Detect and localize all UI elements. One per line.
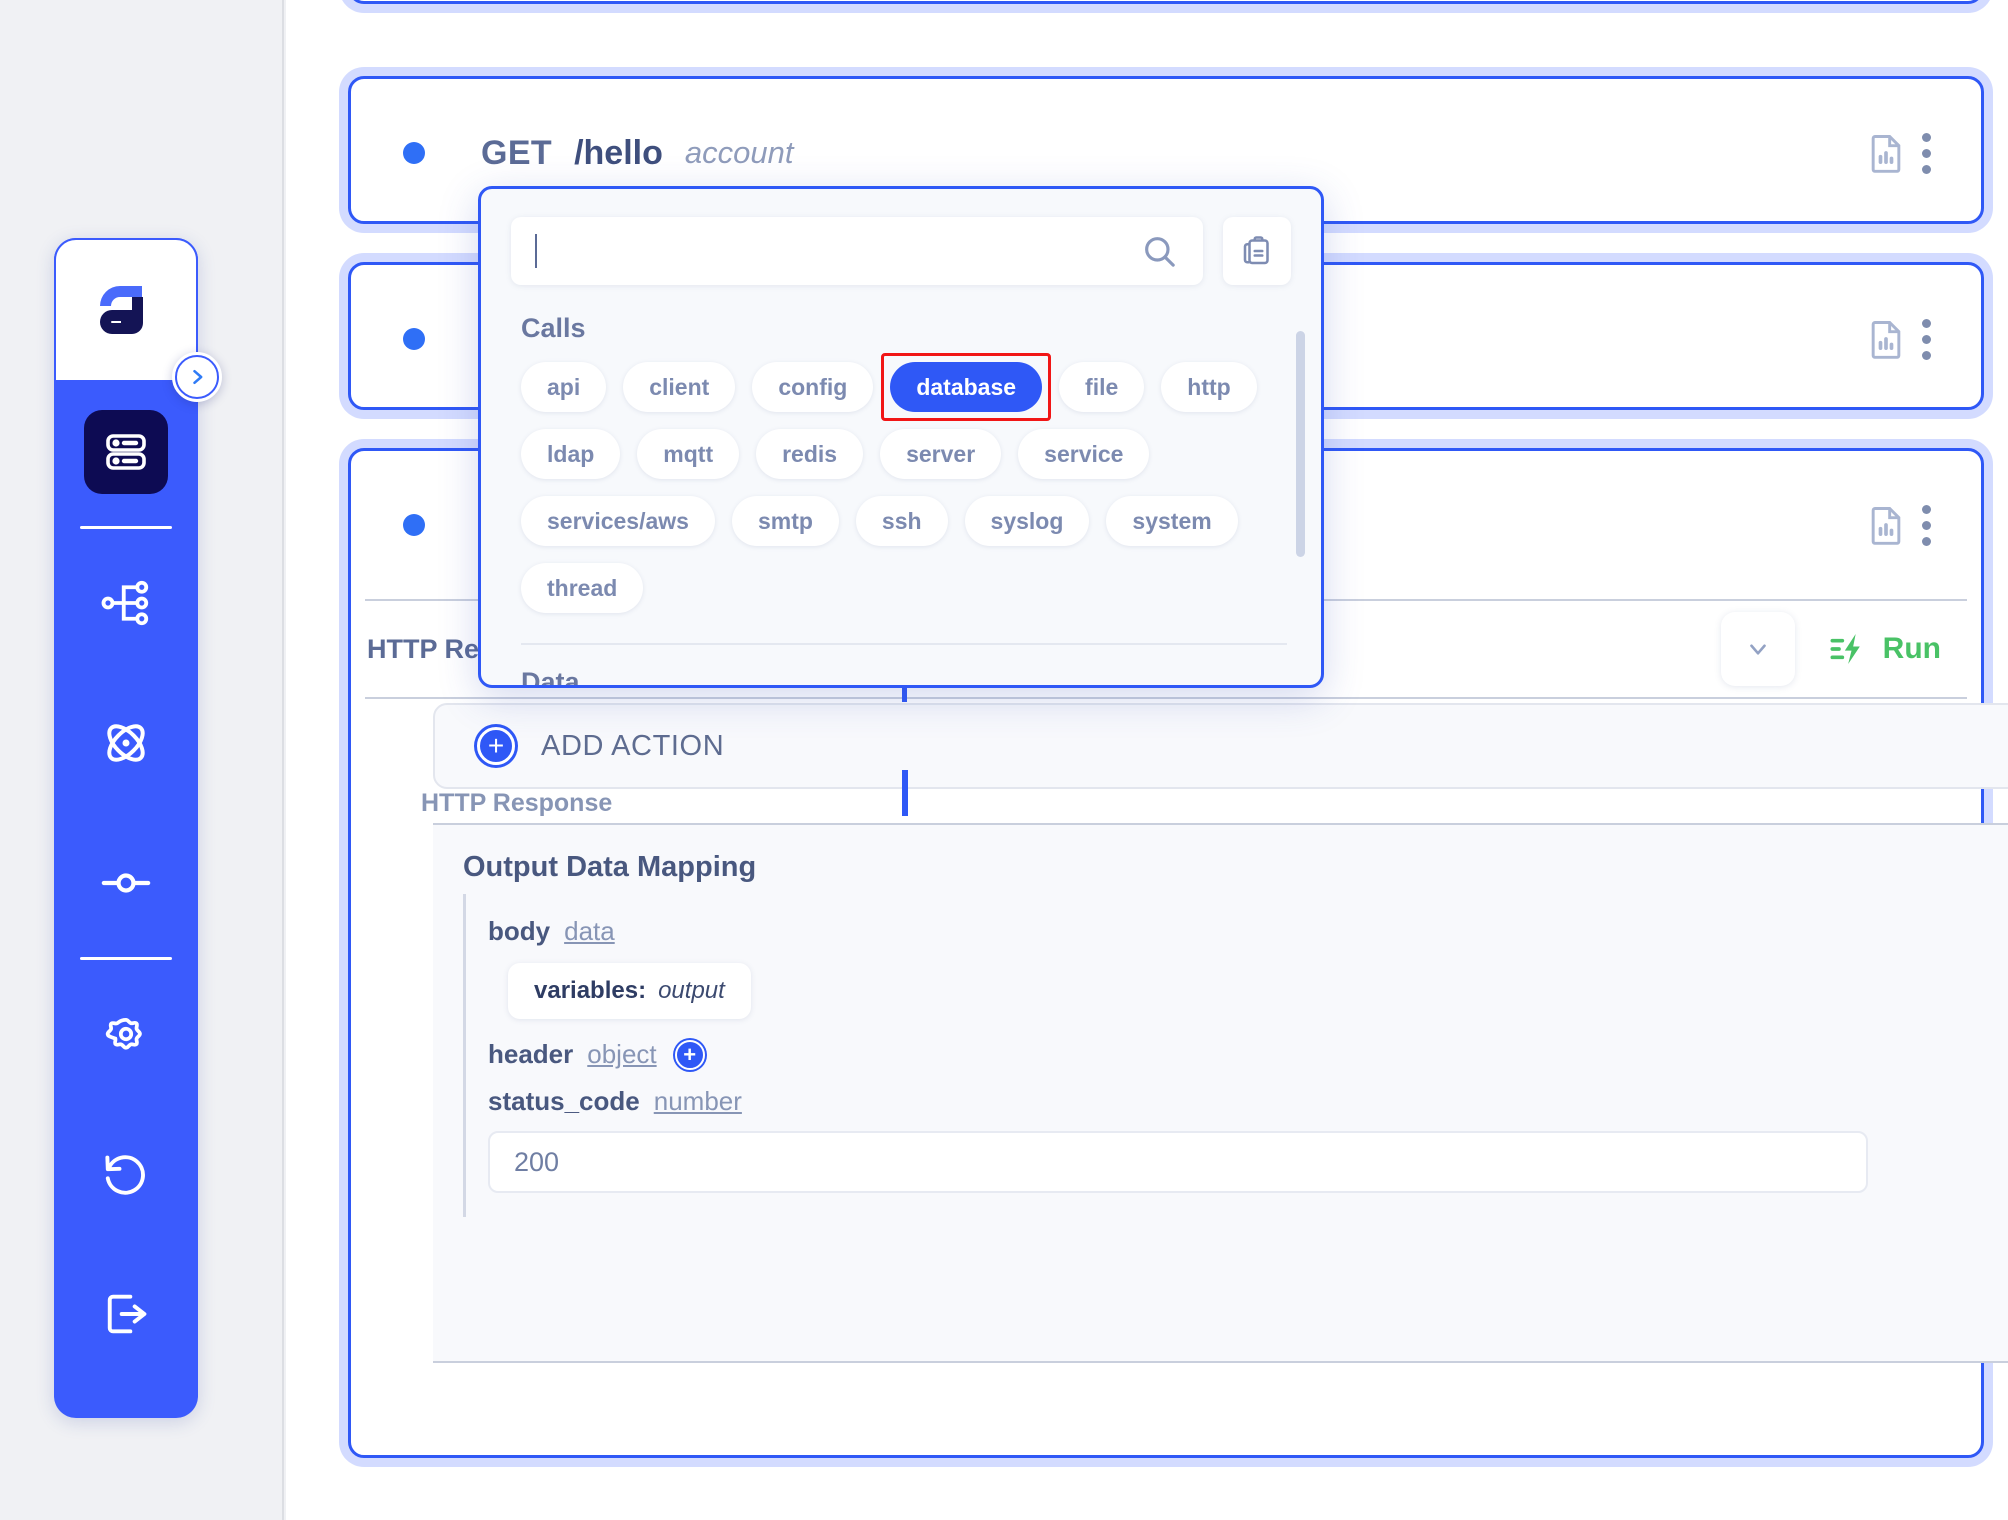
sidebar-item-settings[interactable] <box>54 964 198 1104</box>
chip-server[interactable]: server <box>880 429 1002 479</box>
atom-icon <box>107 724 145 762</box>
search-input[interactable] <box>511 217 1203 285</box>
chip-redis[interactable]: redis <box>756 429 864 479</box>
paste-button[interactable] <box>1223 217 1291 285</box>
node-link-icon <box>101 873 151 893</box>
report-icon-button[interactable] <box>1864 131 1908 175</box>
chip-database[interactable]: database <box>881 353 1051 421</box>
sidebar-divider-2 <box>80 957 172 960</box>
kebab-menu-icon[interactable] <box>1908 499 1945 552</box>
field-status-code-name: status_code <box>488 1086 640 1116</box>
logout-icon <box>107 1294 147 1334</box>
section-title-calls: Calls <box>521 313 586 343</box>
chip-http[interactable]: http <box>1161 362 1257 412</box>
chip-services-aws[interactable]: services/aws <box>521 496 715 546</box>
sitemap-icon <box>101 580 149 626</box>
status-dot <box>403 514 425 536</box>
chevron-right-icon <box>193 369 203 385</box>
http-response-label: HTTP Response <box>421 789 613 817</box>
chip-system[interactable]: system <box>1106 496 1238 546</box>
sidebar-divider-1 <box>80 526 172 529</box>
status-code-input[interactable]: 200 <box>488 1131 1868 1193</box>
field-status-code: status_code number <box>488 1086 2008 1117</box>
active-tile <box>84 410 168 494</box>
search-icon-wrap[interactable] <box>1139 231 1179 271</box>
status-dot <box>403 142 425 164</box>
variables-chip[interactable]: variables: output <box>508 963 751 1019</box>
request-dropdown-button[interactable] <box>1720 612 1795 686</box>
server-stack-icon <box>106 434 146 470</box>
chip-file[interactable]: file <box>1059 362 1145 412</box>
endpoint-method: GET <box>481 133 553 172</box>
action-picker-modal[interactable]: Calls api client config database file ht… <box>478 186 1324 688</box>
section-title-data: Data <box>521 667 580 688</box>
endpoint-tag: account <box>684 135 794 170</box>
chip-config[interactable]: config <box>752 362 874 412</box>
clipboard-paste-icon <box>1243 236 1269 265</box>
chip-mqtt[interactable]: mqtt <box>637 429 740 479</box>
app-root: GET /hello account HTTP Request Run + AD… <box>0 0 2008 1520</box>
field-body-name: body <box>488 916 551 946</box>
sidebar <box>54 238 198 1418</box>
field-header: header object + <box>488 1039 2008 1070</box>
status-dot <box>403 328 425 350</box>
modal-scrollbar[interactable] <box>1296 331 1305 557</box>
sidebar-item-integrations[interactable] <box>54 673 198 813</box>
kebab-menu-icon[interactable] <box>1908 313 1945 366</box>
sidebar-item-logout[interactable] <box>54 1244 198 1384</box>
search-icon <box>1145 237 1175 267</box>
app-logo[interactable] <box>54 238 198 382</box>
chip-ssh[interactable]: ssh <box>855 496 948 546</box>
field-header-type[interactable]: object <box>587 1039 656 1070</box>
sidebar-item-flows[interactable] <box>54 533 198 673</box>
request-divider-bottom <box>365 697 1967 699</box>
output-data-mapping-title: Output Data Mapping <box>463 851 757 883</box>
chip-thread[interactable]: thread <box>521 563 644 613</box>
plus-circle-icon: + <box>477 727 515 765</box>
sidebar-expand-button[interactable] <box>172 352 222 402</box>
chip-service[interactable]: service <box>1018 429 1150 479</box>
text-caret <box>535 234 537 268</box>
field-status-code-type[interactable]: number <box>654 1086 742 1117</box>
kebab-menu-icon[interactable] <box>1908 127 1945 180</box>
variables-chip-key: variables: <box>534 977 647 1004</box>
variables-chip-value: output <box>658 977 725 1004</box>
sidebar-item-connections[interactable] <box>54 813 198 953</box>
expand-ring <box>175 355 219 399</box>
add-header-plus-circle-icon[interactable]: + <box>674 1039 705 1070</box>
sidebar-item-history[interactable] <box>54 1104 198 1244</box>
chip-api[interactable]: api <box>521 362 607 412</box>
sidebar-item-endpoints[interactable] <box>54 382 198 522</box>
add-action-label: ADD ACTION <box>541 729 725 762</box>
chevron-down-icon <box>1749 644 1766 655</box>
field-header-name: header <box>488 1039 574 1069</box>
mapping-fields: body data variables: output header objec… <box>463 894 2008 1217</box>
report-icon-button[interactable] <box>1864 317 1908 361</box>
output-data-mapping-panel: Output Data Mapping body data variables:… <box>433 823 2008 1363</box>
chip-syslog[interactable]: syslog <box>964 496 1090 546</box>
lightning-run-icon <box>1830 634 1860 664</box>
report-icon-button[interactable] <box>1864 503 1908 547</box>
field-body-type[interactable]: data <box>564 916 615 947</box>
endpoint-card-clipped[interactable] <box>348 0 1984 4</box>
chips-calls: api client config database file http lda… <box>481 344 1321 613</box>
chip-smtp[interactable]: smtp <box>731 496 839 546</box>
chip-ldap[interactable]: ldap <box>521 429 621 479</box>
flowfuse-logo-icon <box>100 286 143 334</box>
undo-history-icon <box>105 1155 145 1195</box>
flow-connector-top <box>902 688 907 702</box>
chip-client[interactable]: client <box>623 362 736 412</box>
document-chart-icon <box>1871 135 1901 173</box>
endpoint-path: /hello <box>574 133 663 172</box>
document-chart-icon <box>1871 507 1901 545</box>
modal-search-row <box>481 189 1321 285</box>
field-body: body data <box>488 916 2008 947</box>
add-action-button[interactable]: + ADD ACTION <box>433 703 2008 789</box>
flow-connector-bottom <box>902 770 908 816</box>
document-chart-icon <box>1871 321 1901 359</box>
run-label: Run <box>1882 632 1941 665</box>
run-button[interactable]: Run <box>1829 629 1941 669</box>
gear-icon <box>105 1017 142 1050</box>
